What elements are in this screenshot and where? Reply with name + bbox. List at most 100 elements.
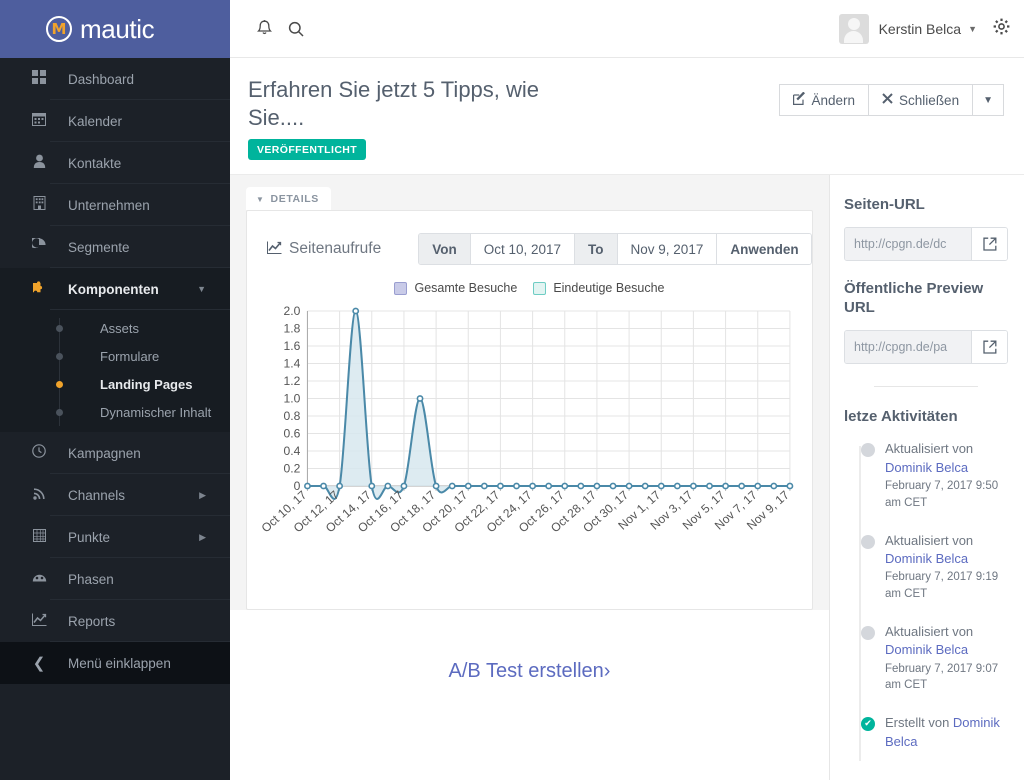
legend-item-total-visits[interactable]: Gesamte Besuche <box>394 281 517 295</box>
activity-text: Aktualisiert von Dominik Belca <box>885 440 1008 477</box>
sidebar-item-segmente[interactable]: Segmente <box>0 226 230 268</box>
page-title-wrap: Erfahren Sie jetzt 5 Tipps, wie Sie.... … <box>248 76 779 161</box>
edit-button-label: Ändern <box>811 92 856 108</box>
sidebar-nav: Dashboard Kalender Kontakte Unternehmen <box>0 58 230 732</box>
sidebar-collapse-button[interactable]: ❮ Menü einklappen <box>0 642 230 684</box>
search-icon[interactable] <box>280 13 312 45</box>
chevron-down-icon: ▼ <box>256 194 265 204</box>
preview-url-title: Öffentliche Preview URL <box>844 279 984 317</box>
legend-swatch <box>533 281 547 295</box>
activity-action: Aktualisiert von <box>885 532 974 548</box>
tabs-row: ▼ DETAILS <box>230 175 829 211</box>
gear-icon[interactable] <box>993 18 1010 40</box>
preview-url-input[interactable]: http://cpgn.de/pa <box>845 330 971 363</box>
chart-title-label: Seitenaufrufe <box>289 240 382 258</box>
sidebar-item-label: Kalender <box>68 113 123 129</box>
sidebar-item-unternehmen[interactable]: Unternehmen <box>0 184 230 226</box>
legend-item-unique-visits[interactable]: Eindeutige Besuche <box>533 281 665 295</box>
status-badge: VERÖFFENTLICHT <box>248 139 367 161</box>
sidebar-item-landing-pages[interactable]: Landing Pages <box>0 370 230 398</box>
svg-text:0.2: 0.2 <box>284 462 301 476</box>
page-header: Erfahren Sie jetzt 5 Tipps, wie Sie.... … <box>230 58 1024 176</box>
activity-author[interactable]: Dominik Belca <box>885 551 968 566</box>
apply-button[interactable]: Anwenden <box>717 234 812 265</box>
svg-text:1.8: 1.8 <box>284 322 301 336</box>
legend-label: Gesamte Besuche <box>414 281 518 296</box>
sidebar-subitem-label: Assets <box>100 320 140 336</box>
timeline-dot-icon <box>861 534 875 549</box>
brand-name: mautic <box>80 13 155 44</box>
date-to-label: To <box>575 234 617 265</box>
left-sidebar: M mautic Dashboard Kalender Kontakte Unt… <box>0 0 230 780</box>
sidebar-item-label: Kampagnen <box>68 445 141 461</box>
divider <box>874 385 978 387</box>
sidebar-item-label: Punkte <box>68 529 111 545</box>
activity-item: ✔ Erstellt von Dominik Belca <box>852 714 1008 751</box>
svg-text:1.2: 1.2 <box>284 374 301 388</box>
sidebar-collapse-label: Menü einklappen <box>68 655 171 671</box>
sidebar-item-komponenten[interactable]: Komponenten ▼ <box>0 268 230 310</box>
activity-title: letze Aktivitäten <box>844 407 958 425</box>
svg-text:0.6: 0.6 <box>284 427 301 441</box>
sidebar-item-dashboard[interactable]: Dashboard <box>0 58 230 100</box>
sidebar-item-label: Unternehmen <box>68 197 150 213</box>
open-page-url-button[interactable] <box>971 227 1007 260</box>
create-ab-test-link[interactable]: A/B Test erstellen› <box>449 660 611 683</box>
activity-author[interactable]: Dominik Belca <box>885 460 968 475</box>
sidebar-item-label: Kontakte <box>68 155 122 171</box>
sidebar-item-dynamischer-inhalt[interactable]: Dynamischer Inhalt <box>0 398 230 426</box>
svg-text:0.8: 0.8 <box>284 409 301 423</box>
timeline-dot-icon <box>861 443 875 458</box>
svg-text:1.0: 1.0 <box>284 392 301 406</box>
edit-button[interactable]: Ändern <box>778 84 870 116</box>
page-title: Erfahren Sie jetzt 5 Tipps, wie Sie.... <box>248 77 540 131</box>
sidebar-item-assets[interactable]: Assets <box>0 314 230 342</box>
timeline-dot-icon <box>861 625 875 640</box>
page-url-title: Seiten-URL <box>844 196 925 214</box>
line-chart-icon <box>28 613 50 630</box>
brand-logo-area[interactable]: M mautic <box>0 0 230 58</box>
person-icon <box>28 154 50 172</box>
right-sidebar: Seiten-URL http://cpgn.de/dc Öffentliche… <box>829 175 1024 780</box>
date-from-input[interactable]: Oct 10, 2017 <box>469 234 576 265</box>
page-actions: Ändern Schließen ▼ <box>778 84 1004 116</box>
bell-icon[interactable] <box>248 13 280 45</box>
date-range-control: Von Oct 10, 2017 To Nov 9, 2017 Anwenden <box>418 233 812 266</box>
bullet-dot-icon <box>56 324 63 332</box>
sidebar-item-kampagnen[interactable]: Kampagnen <box>0 432 230 474</box>
check-circle-icon: ✔ <box>861 717 875 732</box>
activity-text: Aktualisiert von Dominik Belca <box>885 623 1008 660</box>
chevron-down-icon: ▼ <box>968 23 977 34</box>
sidebar-item-kontakte[interactable]: Kontakte <box>0 142 230 184</box>
activity-action: Erstellt von <box>885 715 953 731</box>
open-preview-url-button[interactable] <box>971 330 1007 363</box>
activity-item: Aktualisiert von Dominik Belca February 7… <box>852 532 1008 603</box>
date-to-input[interactable]: Nov 9, 2017 <box>616 234 718 265</box>
line-chart-icon <box>267 241 282 258</box>
close-button[interactable]: Schließen <box>869 84 974 116</box>
pie-chart-icon <box>28 235 50 256</box>
svg-text:1.6: 1.6 <box>284 339 301 353</box>
close-x-icon <box>882 93 893 107</box>
building-icon <box>28 196 50 214</box>
sidebar-item-reports[interactable]: Reports <box>0 600 230 642</box>
more-actions-dropdown[interactable]: ▼ <box>973 84 1004 116</box>
rss-icon <box>28 487 50 504</box>
bullet-dot-icon <box>56 352 63 360</box>
sidebar-item-formulare[interactable]: Formulare <box>0 342 230 370</box>
user-menu[interactable]: Kerstin Belca ▼ <box>838 13 977 44</box>
activity-author[interactable]: Dominik Belca <box>885 642 968 657</box>
page-url-box: http://cpgn.de/dc <box>844 226 1008 261</box>
grid-table-icon <box>28 528 50 546</box>
sidebar-item-phasen[interactable]: Phasen <box>0 558 230 600</box>
activity-text: Erstellt von Dominik Belca <box>885 714 1008 751</box>
ab-test-label: A/B Test erstellen <box>448 660 604 683</box>
pageviews-line-chart: 00.20.40.60.81.01.21.41.61.82.0Oct 10, 1… <box>259 304 794 536</box>
sidebar-item-channels[interactable]: Channels ▶ <box>0 474 230 516</box>
clock-icon <box>28 444 50 462</box>
sidebar-item-punkte[interactable]: Punkte ▶ <box>0 516 230 558</box>
page-url-input[interactable]: http://cpgn.de/dc <box>845 227 971 260</box>
tab-details[interactable]: ▼ DETAILS <box>246 187 331 211</box>
sidebar-item-kalender[interactable]: Kalender <box>0 100 230 142</box>
activity-action: Aktualisiert von <box>885 623 974 639</box>
